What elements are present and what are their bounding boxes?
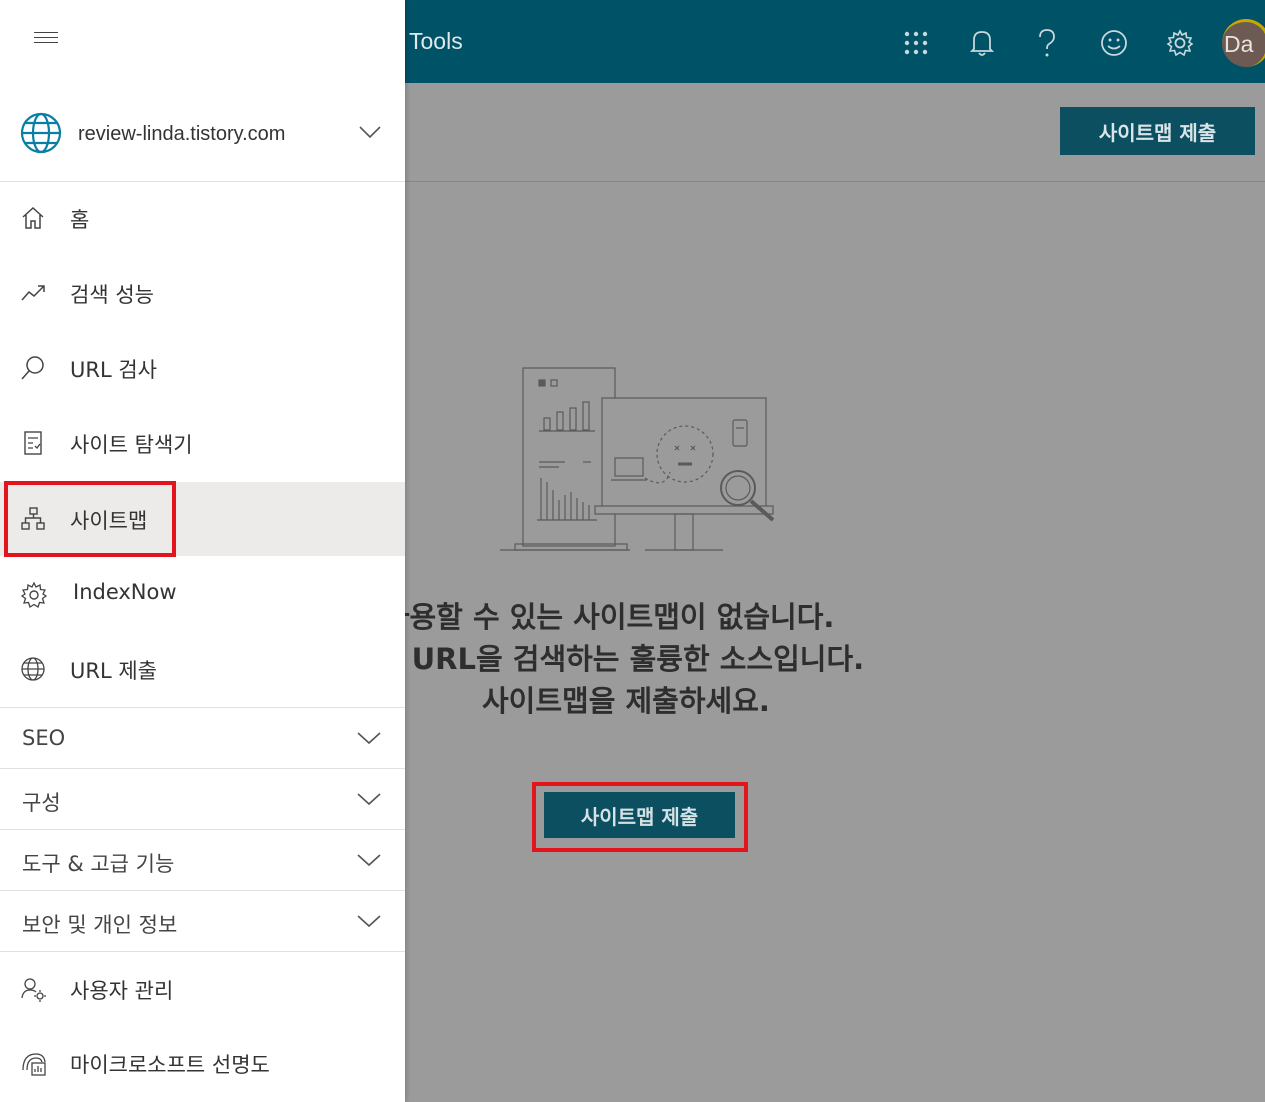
chevron-down-icon[interactable] [359, 124, 381, 143]
sidebar-nav: review-linda.tistory.com 홈 검색 성능 URL 검사 … [0, 0, 405, 1102]
section-label: 도구 & 고급 기능 [22, 852, 175, 876]
sidebar-item-label: URL 제출 [70, 659, 157, 683]
sidebar-item-label: 사용자 관리 [70, 979, 174, 1003]
smiley-icon[interactable] [1099, 26, 1129, 60]
section-tools-advanced[interactable]: 도구 & 고급 기능 [0, 829, 405, 890]
section-label: SEO [22, 726, 66, 750]
help-icon[interactable] [1032, 26, 1062, 60]
header-title: Tools [409, 28, 463, 54]
trend-icon [20, 280, 48, 308]
section-security-privacy[interactable]: 보안 및 개인 정보 [0, 890, 405, 951]
home-icon [20, 205, 48, 233]
sidebar-item-label: 마이크로소프트 선명도 [70, 1053, 270, 1077]
sidebar-item-submit-url[interactable]: URL 제출 [0, 632, 405, 706]
sidebar-item-search-performance[interactable]: 검색 성능 [0, 256, 405, 330]
sidebar-item-clarity[interactable]: 마이크로소프트 선명도 [0, 1026, 405, 1100]
highlight-box-sitemaps [4, 481, 176, 557]
chevron-down-icon [357, 730, 381, 749]
section-seo[interactable]: SEO [0, 707, 405, 768]
section-label: 구성 [22, 791, 61, 815]
clarity-icon [20, 1050, 48, 1078]
empty-state-message: 사이트에 사용할 수 있는 사이트맵이 없습니다. 사이트맵은 새로운 URL을… [178, 596, 1265, 722]
checklist-icon [20, 430, 48, 458]
section-label: 보안 및 개인 정보 [22, 913, 178, 937]
chevron-down-icon [357, 913, 381, 932]
globe-icon [20, 656, 48, 684]
site-name: review-linda.tistory.com [78, 123, 286, 145]
sidebar-item-label: 홈 [70, 208, 90, 232]
sidebar-item-label: IndexNow [73, 580, 177, 604]
sidebar-item-label: 검색 성능 [70, 283, 154, 307]
gear-icon [20, 581, 48, 609]
highlight-box-submit [532, 782, 748, 852]
gear-icon[interactable] [1165, 26, 1195, 60]
site-selector[interactable]: review-linda.tistory.com [0, 93, 405, 182]
user-avatar[interactable]: Da [1222, 19, 1265, 67]
sidebar-item-label: URL 검사 [70, 358, 157, 382]
empty-state-line-3: 사이트맵을 제출하세요. [482, 684, 770, 718]
user-settings-icon [20, 976, 48, 1004]
chevron-down-icon [357, 791, 381, 810]
sidebar-item-label: 사이트 탐색기 [70, 433, 193, 457]
submit-sitemap-button-top[interactable]: 사이트맵 제출 [1060, 107, 1255, 155]
sidebar-item-url-inspection[interactable]: URL 검사 [0, 331, 405, 405]
empty-state-line-1: 사이트에 사용할 수 있는 사이트맵이 없습니다. [266, 600, 835, 634]
globe-icon [20, 112, 62, 158]
chevron-down-icon [357, 852, 381, 871]
hamburger-menu-icon[interactable] [34, 32, 58, 47]
sidebar-item-home[interactable]: 홈 [0, 181, 405, 255]
apps-grid-icon[interactable] [901, 26, 931, 60]
section-configuration[interactable]: 구성 [0, 768, 405, 829]
bell-icon[interactable] [967, 26, 997, 60]
sidebar-item-user-management[interactable]: 사용자 관리 [0, 951, 405, 1026]
search-icon [20, 355, 48, 383]
sidebar-item-indexnow[interactable]: IndexNow [0, 557, 405, 631]
sidebar-item-site-explorer[interactable]: 사이트 탐색기 [0, 406, 405, 480]
empty-state-illustration [495, 360, 785, 564]
